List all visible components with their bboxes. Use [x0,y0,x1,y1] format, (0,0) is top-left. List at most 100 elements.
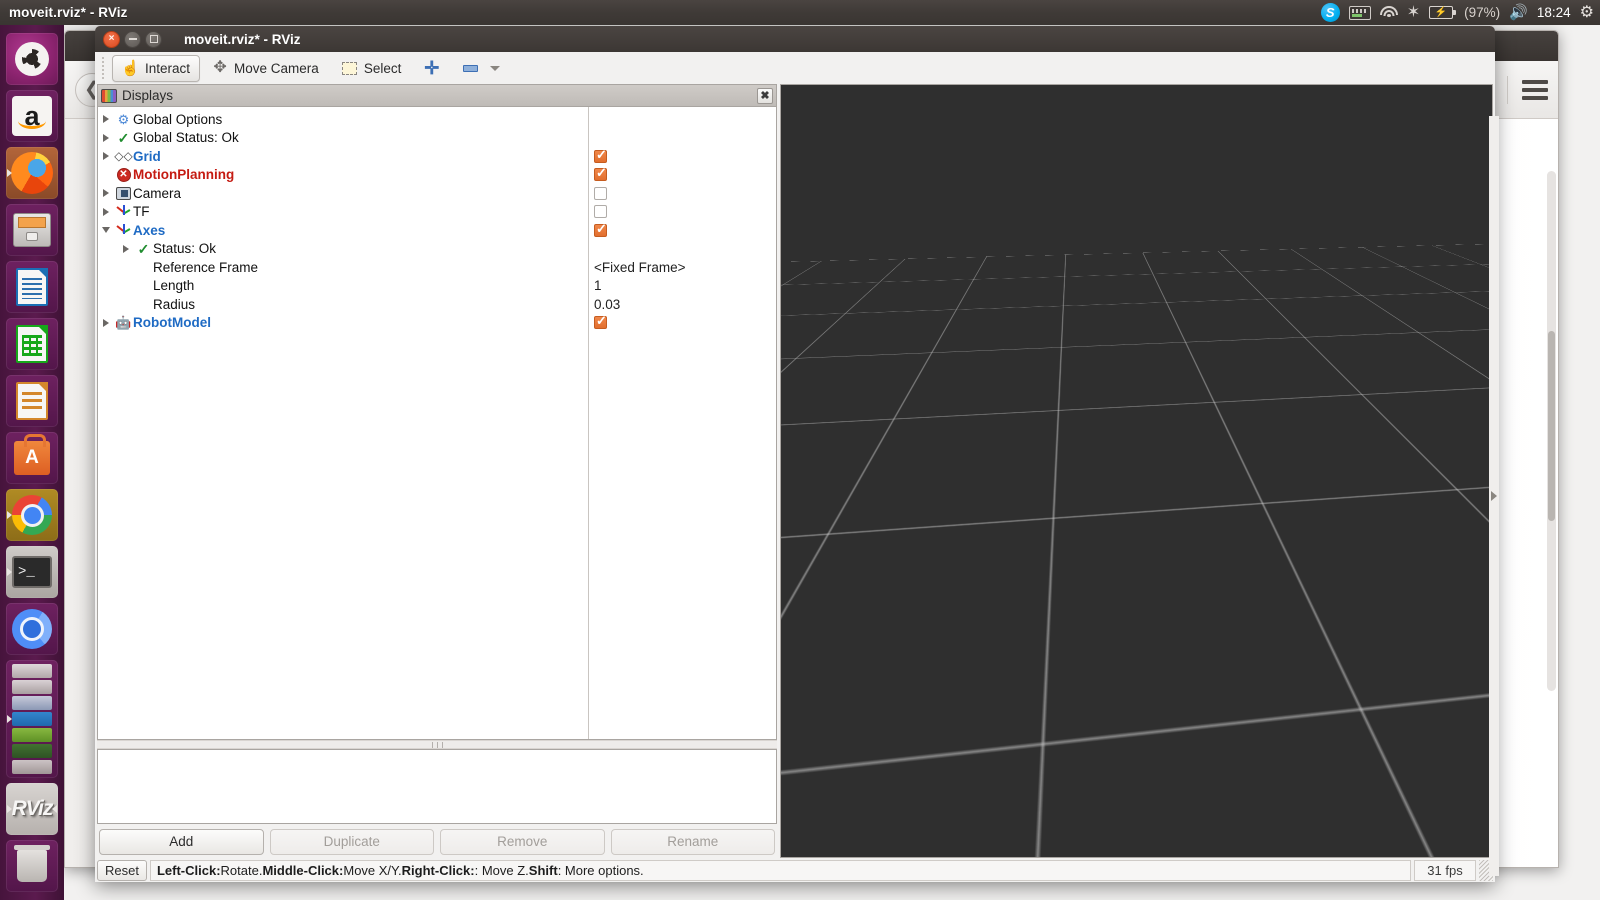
tree-twisty-toggle[interactable] [98,227,114,233]
tool-select-button[interactable]: Select [331,55,412,82]
tree-row-icon: ⚙ [114,113,133,126]
tree-twisty-toggle[interactable] [98,319,114,327]
tree-twisty-toggle[interactable] [98,152,114,160]
launcher-item-libreoffice-calc[interactable] [6,318,58,370]
tool-move-camera-button[interactable]: Move Camera [202,55,329,82]
tree-value-cell[interactable] [589,221,776,240]
enable-checkbox[interactable] [594,187,607,200]
launcher-item-chrome[interactable] [6,489,58,541]
tree-row-icon: ✕ [114,168,133,182]
tree-row-icon [114,187,133,200]
gear-icon: ⚙ [118,113,130,126]
power-gear-icon[interactable]: ⚙ [1580,0,1594,25]
tree-value-cell[interactable]: <Fixed Frame> [589,258,776,277]
displays-panel-header: Displays ✖ [98,85,776,107]
chevron-down-icon[interactable] [490,66,500,71]
tree-value-cell[interactable] [589,166,776,185]
xubuntu-icon [12,728,52,742]
reset-button[interactable]: Reset [97,860,147,881]
tree-value-cell[interactable] [589,314,776,333]
skype-icon[interactable]: S [1321,0,1340,25]
running-pip [7,169,12,177]
rviz-toolbar: ☝ Interact Move Camera Select ✛ [95,52,1495,84]
tree-twisty-toggle[interactable] [118,245,134,253]
tree-twisty-toggle[interactable] [98,134,114,142]
tree-twisty-toggle[interactable] [98,115,114,123]
property-value[interactable]: 0.03 [594,297,620,312]
tool-remove-button[interactable] [452,55,510,82]
background-window-scrollbar[interactable] [1547,171,1556,691]
add-button[interactable]: Add [99,829,264,855]
launcher-item-ubuntu-dash[interactable] [6,33,58,85]
battery-icon[interactable]: ⚡ [1429,0,1453,25]
tree-row[interactable]: ◇◇ Grid [98,147,588,166]
launcher-item-libreoffice-impress[interactable] [6,375,58,427]
tree-row[interactable]: Length [98,277,588,296]
axes-icon [116,204,132,219]
toolbar-grip-handle[interactable] [99,57,107,79]
tree-row[interactable]: Camera [98,184,588,203]
keyboard-indicator-icon[interactable] [1349,0,1371,25]
launcher-item-files[interactable] [6,204,58,256]
tree-row[interactable]: ✓ Global Status: Ok [98,129,588,148]
tree-value-cell [589,240,776,259]
minimize-window-button[interactable] [124,31,141,48]
maximize-window-button[interactable] [145,31,162,48]
launcher-item-ubuntu-software[interactable]: A [6,432,58,484]
launcher-item-firefox[interactable] [6,147,58,199]
displays-tree[interactable]: ⚙ Global Options ✓ Global Status: Ok ◇◇ Grid ✕… [98,107,776,739]
ubuntu-top-panel: moveit.rviz* - RViz S ✶ ⚡ (97%) 🔊 18:24 … [0,0,1600,25]
wifi-icon[interactable] [1380,0,1398,25]
tree-value-cell[interactable] [589,184,776,203]
enable-checkbox[interactable] [594,150,607,163]
launcher-item-amazon[interactable]: a [6,90,58,142]
tree-row[interactable]: ✓ Status: Ok [98,240,588,259]
close-window-button[interactable]: × [103,31,120,48]
writer-icon [16,268,48,306]
tree-row-icon [114,204,133,219]
property-value[interactable]: <Fixed Frame> [594,260,686,275]
launcher-item-libreoffice-writer[interactable] [6,261,58,313]
enable-checkbox[interactable] [594,205,607,218]
chrome-icon [12,495,52,535]
amazon-icon: a [12,96,52,136]
tree-value-cell[interactable] [589,203,776,222]
tree-row[interactable]: TF [98,203,588,222]
tree-row[interactable]: ⚙ Global Options [98,110,588,129]
hamburger-menu-icon[interactable] [1522,80,1548,100]
tree-twisty-toggle[interactable] [98,189,114,197]
launcher-item-chromium[interactable] [6,603,58,655]
tool-interact-button[interactable]: ☝ Interact [112,55,200,82]
tree-row[interactable]: ✕ MotionPlanning [98,166,588,185]
tree-row[interactable]: Reference Frame [98,258,588,277]
status-hint-part: Middle-Click: [262,863,343,878]
tree-value-cell[interactable] [589,147,776,166]
terminal-icon: >_ [12,556,52,588]
move-camera-icon [212,60,228,76]
tree-row[interactable]: 🤖 RobotModel [98,314,588,333]
clock-label[interactable]: 18:24 [1537,0,1571,25]
enable-checkbox[interactable] [594,224,607,237]
tree-value-cell[interactable]: 1 [589,277,776,296]
enable-checkbox[interactable] [594,316,607,329]
launcher-item-trash[interactable] [6,840,58,892]
tree-twisty-toggle[interactable] [98,208,114,216]
tree-row-label: RobotModel [133,315,211,330]
volume-icon[interactable]: 🔊 [1509,0,1528,25]
bluetooth-icon[interactable]: ✶ [1407,0,1420,25]
tool-add-button[interactable]: ✛ [413,55,450,82]
tree-row[interactable]: Axes [98,221,588,240]
tree-value-cell[interactable]: 0.03 [589,295,776,314]
close-panel-button[interactable]: ✖ [757,88,773,104]
launcher-item-terminal[interactable]: >_ [6,546,58,598]
enable-checkbox[interactable] [594,168,607,181]
tree-row[interactable]: Radius [98,295,588,314]
property-value[interactable]: 1 [594,278,602,293]
launcher-item-rviz[interactable]: RViz [6,783,58,835]
status-hint-part: Move X/Y. [343,863,401,878]
launcher-item-device-stack[interactable] [6,660,58,778]
rviz-titlebar[interactable]: × moveit.rviz* - RViz [95,26,1495,52]
collapse-right-panel-arrow[interactable] [1489,116,1499,876]
panel-splitter-handle[interactable] [97,740,777,749]
render-viewport-3d[interactable] [780,84,1493,858]
